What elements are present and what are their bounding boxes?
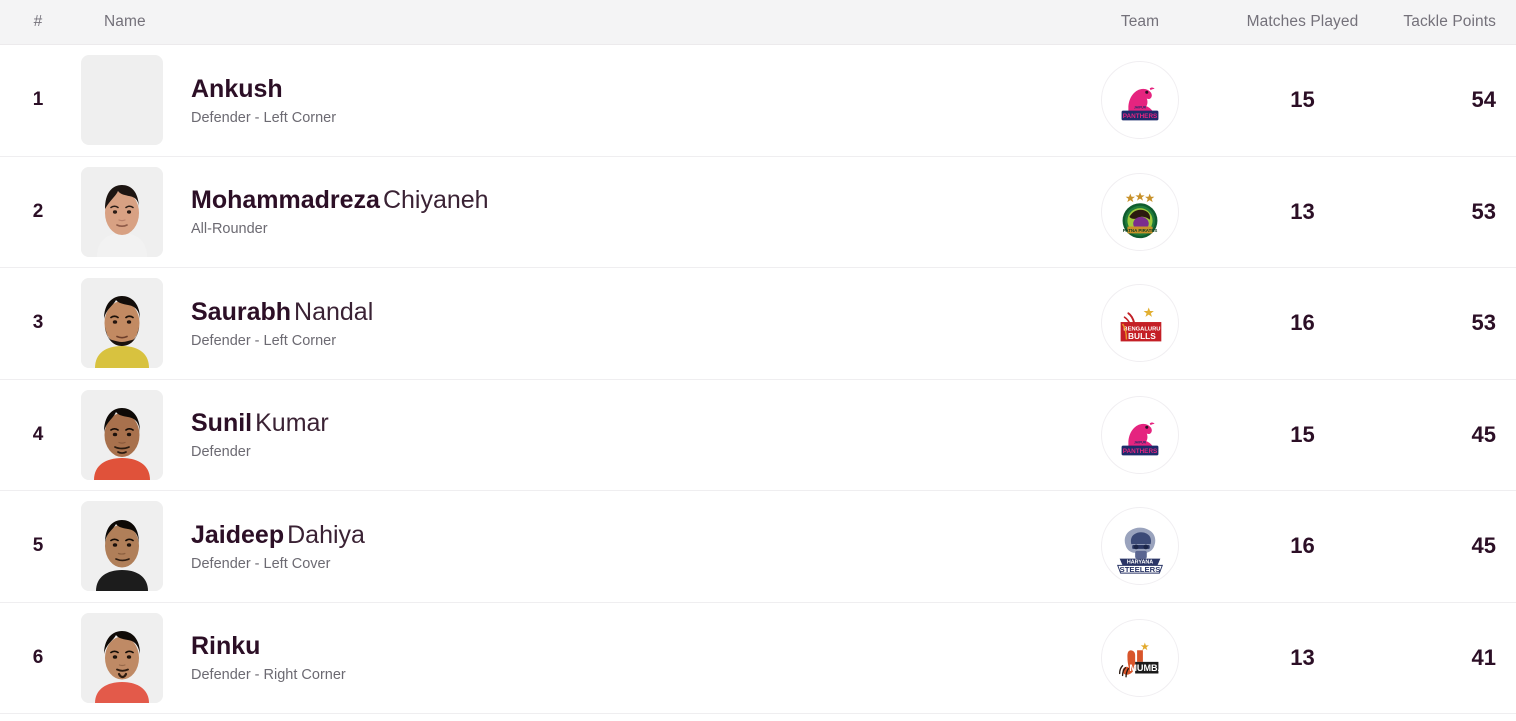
row-matches-played: 13 <box>1290 644 1315 670</box>
row-matches-played: 16 <box>1290 310 1315 336</box>
row-rank: 5 <box>32 535 44 557</box>
row-team[interactable]: MUMBA <box>1055 618 1225 697</box>
column-header-matches-played: Matches Played <box>1246 13 1359 30</box>
row-tackle-points: 53 <box>1471 198 1496 224</box>
player-role: Defender <box>191 444 251 461</box>
svg-text:MUMBA: MUMBA <box>1129 663 1164 673</box>
table-row[interactable]: 3 Saurabh Nandal Defender - Left Corner … <box>0 268 1516 380</box>
player-role: All-Rounder <box>191 221 268 238</box>
row-tackle-points: 53 <box>1471 310 1496 336</box>
player-name: Sunil Kumar <box>191 409 329 438</box>
player-first-name: Jaideep <box>191 520 285 549</box>
patna-pirates-logo: PATNA PIRATES <box>1101 172 1179 251</box>
avatar <box>81 389 163 480</box>
haryana-steelers-logo: HARYANA STEELERS <box>1101 507 1179 586</box>
player-name: Mohammadreza Chiyaneh <box>191 186 489 215</box>
u-mumba-logo: MUMBA <box>1101 618 1179 697</box>
row-rank: 3 <box>32 312 44 334</box>
player-first-name: Rinku <box>191 632 261 661</box>
svg-text:JAIPUR: JAIPUR <box>1134 440 1147 444</box>
avatar <box>81 612 163 703</box>
table-row[interactable]: 1 Ankush Defender - Left Corner PANTHERS… <box>0 45 1516 157</box>
player-name: Rinku <box>191 632 346 661</box>
tackle-points-leaderboard: # Name Team Matches Played Tackle Points… <box>0 0 1516 714</box>
row-rank: 2 <box>32 200 44 222</box>
row-matches-played: 16 <box>1290 533 1315 559</box>
table-row[interactable]: 5 Jaideep Dahiya Defender - Left Cover H… <box>0 491 1516 603</box>
table-row[interactable]: 4 Sunil Kumar Defender PANTHERS JAIPUR 1… <box>0 379 1516 491</box>
player-name: Ankush <box>191 75 336 104</box>
row-player[interactable]: Rinku Defender - Right Corner <box>76 612 1055 703</box>
column-header-rank: # <box>33 13 43 30</box>
player-role: Defender - Right Corner <box>191 667 346 684</box>
player-first-name: Saurabh <box>191 297 292 326</box>
svg-text:JAIPUR: JAIPUR <box>1134 106 1147 110</box>
svg-text:PANTHERS: PANTHERS <box>1123 448 1158 455</box>
jaipur-pink-panthers-logo: PANTHERS JAIPUR <box>1101 395 1179 474</box>
row-rank: 1 <box>32 89 44 111</box>
player-name-block: Rinku Defender - Right Corner <box>191 632 346 683</box>
row-rank: 4 <box>32 423 44 445</box>
jaipur-pink-panthers-logo: PANTHERS JAIPUR <box>1101 61 1179 140</box>
player-first-name: Mohammadreza <box>191 186 380 215</box>
row-matches-played: 15 <box>1290 421 1315 447</box>
bengaluru-bulls-logo: BENGALURU BULLS <box>1101 284 1179 363</box>
table-row[interactable]: 2 Mohammadreza Chiyaneh All-Rounder PATN… <box>0 156 1516 268</box>
row-player[interactable]: Sunil Kumar Defender <box>76 389 1055 480</box>
player-role: Defender - Left Cover <box>191 555 331 572</box>
row-player[interactable]: Ankush Defender - Left Corner <box>76 55 1055 146</box>
player-name-block: Saurabh Nandal Defender - Left Corner <box>191 298 373 349</box>
row-tackle-points: 54 <box>1471 87 1496 113</box>
player-role: Defender - Left Corner <box>191 109 337 126</box>
avatar <box>81 501 163 592</box>
player-name: Jaideep Dahiya <box>191 521 365 550</box>
row-team[interactable]: PANTHERS JAIPUR <box>1055 61 1225 140</box>
row-team[interactable]: HARYANA STEELERS <box>1055 507 1225 586</box>
svg-text:PANTHERS: PANTHERS <box>1123 113 1158 120</box>
row-matches-played: 13 <box>1290 198 1315 224</box>
column-header-name: Name <box>104 13 146 30</box>
row-player[interactable]: Saurabh Nandal Defender - Left Corner <box>76 278 1055 369</box>
avatar <box>81 278 163 369</box>
avatar <box>81 55 163 146</box>
table-header-row: # Name Team Matches Played Tackle Points <box>0 0 1516 45</box>
row-player[interactable]: Mohammadreza Chiyaneh All-Rounder <box>76 166 1055 257</box>
table-row[interactable]: 6 Rinku Defender - Right Corner MUMBA 13… <box>0 602 1516 714</box>
player-first-name: Sunil <box>191 409 253 438</box>
player-name-block: Mohammadreza Chiyaneh All-Rounder <box>191 186 489 237</box>
row-team[interactable]: PATNA PIRATES <box>1055 172 1225 251</box>
column-header-tackle-points: Tackle Points <box>1403 13 1496 30</box>
row-team[interactable]: PANTHERS JAIPUR <box>1055 395 1225 474</box>
player-last-name: Chiyaneh <box>382 186 489 215</box>
player-role: Defender - Left Corner <box>191 332 337 349</box>
avatar <box>81 166 163 257</box>
svg-text:PATNA PIRATES: PATNA PIRATES <box>1123 228 1158 233</box>
player-name-block: Ankush Defender - Left Corner <box>191 75 336 126</box>
player-first-name: Ankush <box>191 74 283 103</box>
svg-text:STEELERS: STEELERS <box>1120 565 1161 574</box>
player-last-name: Kumar <box>255 409 329 438</box>
row-player[interactable]: Jaideep Dahiya Defender - Left Cover <box>76 501 1055 592</box>
column-header-team: Team <box>1120 13 1160 30</box>
row-tackle-points: 45 <box>1471 533 1496 559</box>
row-rank: 6 <box>32 646 44 668</box>
player-name-block: Jaideep Dahiya Defender - Left Cover <box>191 521 365 572</box>
row-matches-played: 15 <box>1290 87 1315 113</box>
player-name: Saurabh Nandal <box>191 298 373 327</box>
player-name-block: Sunil Kumar Defender <box>191 409 329 460</box>
player-last-name: Dahiya <box>287 520 365 549</box>
svg-text:BULLS: BULLS <box>1128 331 1156 341</box>
row-team[interactable]: BENGALURU BULLS <box>1055 284 1225 363</box>
player-last-name: Nandal <box>294 297 374 326</box>
row-tackle-points: 45 <box>1471 421 1496 447</box>
row-tackle-points: 41 <box>1471 644 1496 670</box>
